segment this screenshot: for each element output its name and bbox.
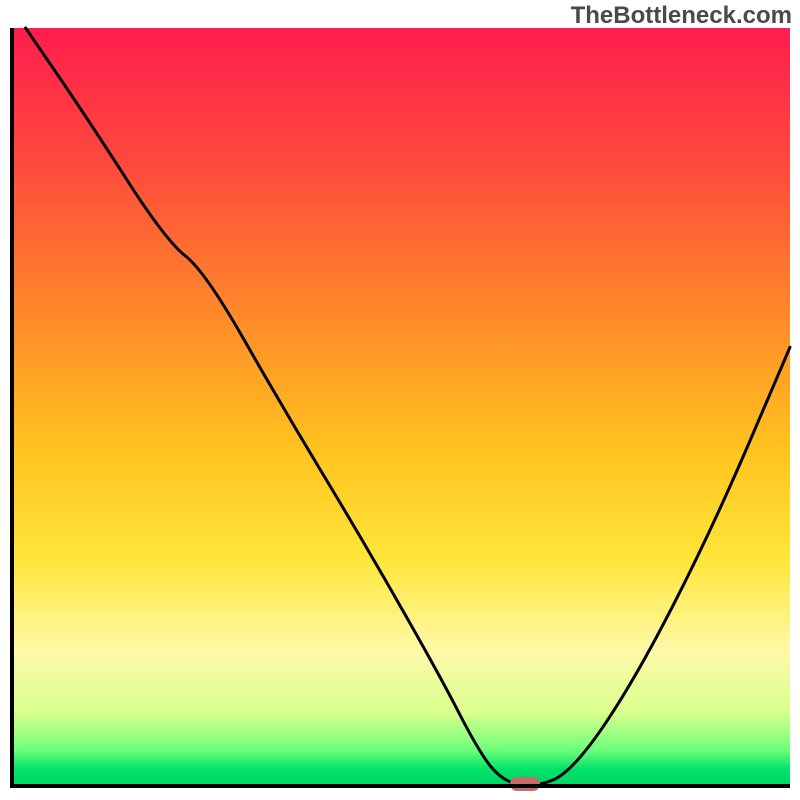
- bottleneck-curve: [10, 28, 790, 788]
- x-axis: [10, 784, 790, 788]
- watermark-text: TheBottleneck.com: [571, 2, 792, 30]
- y-axis: [10, 28, 14, 788]
- chart-container: TheBottleneck.com: [0, 0, 800, 800]
- plot-area: [10, 28, 790, 788]
